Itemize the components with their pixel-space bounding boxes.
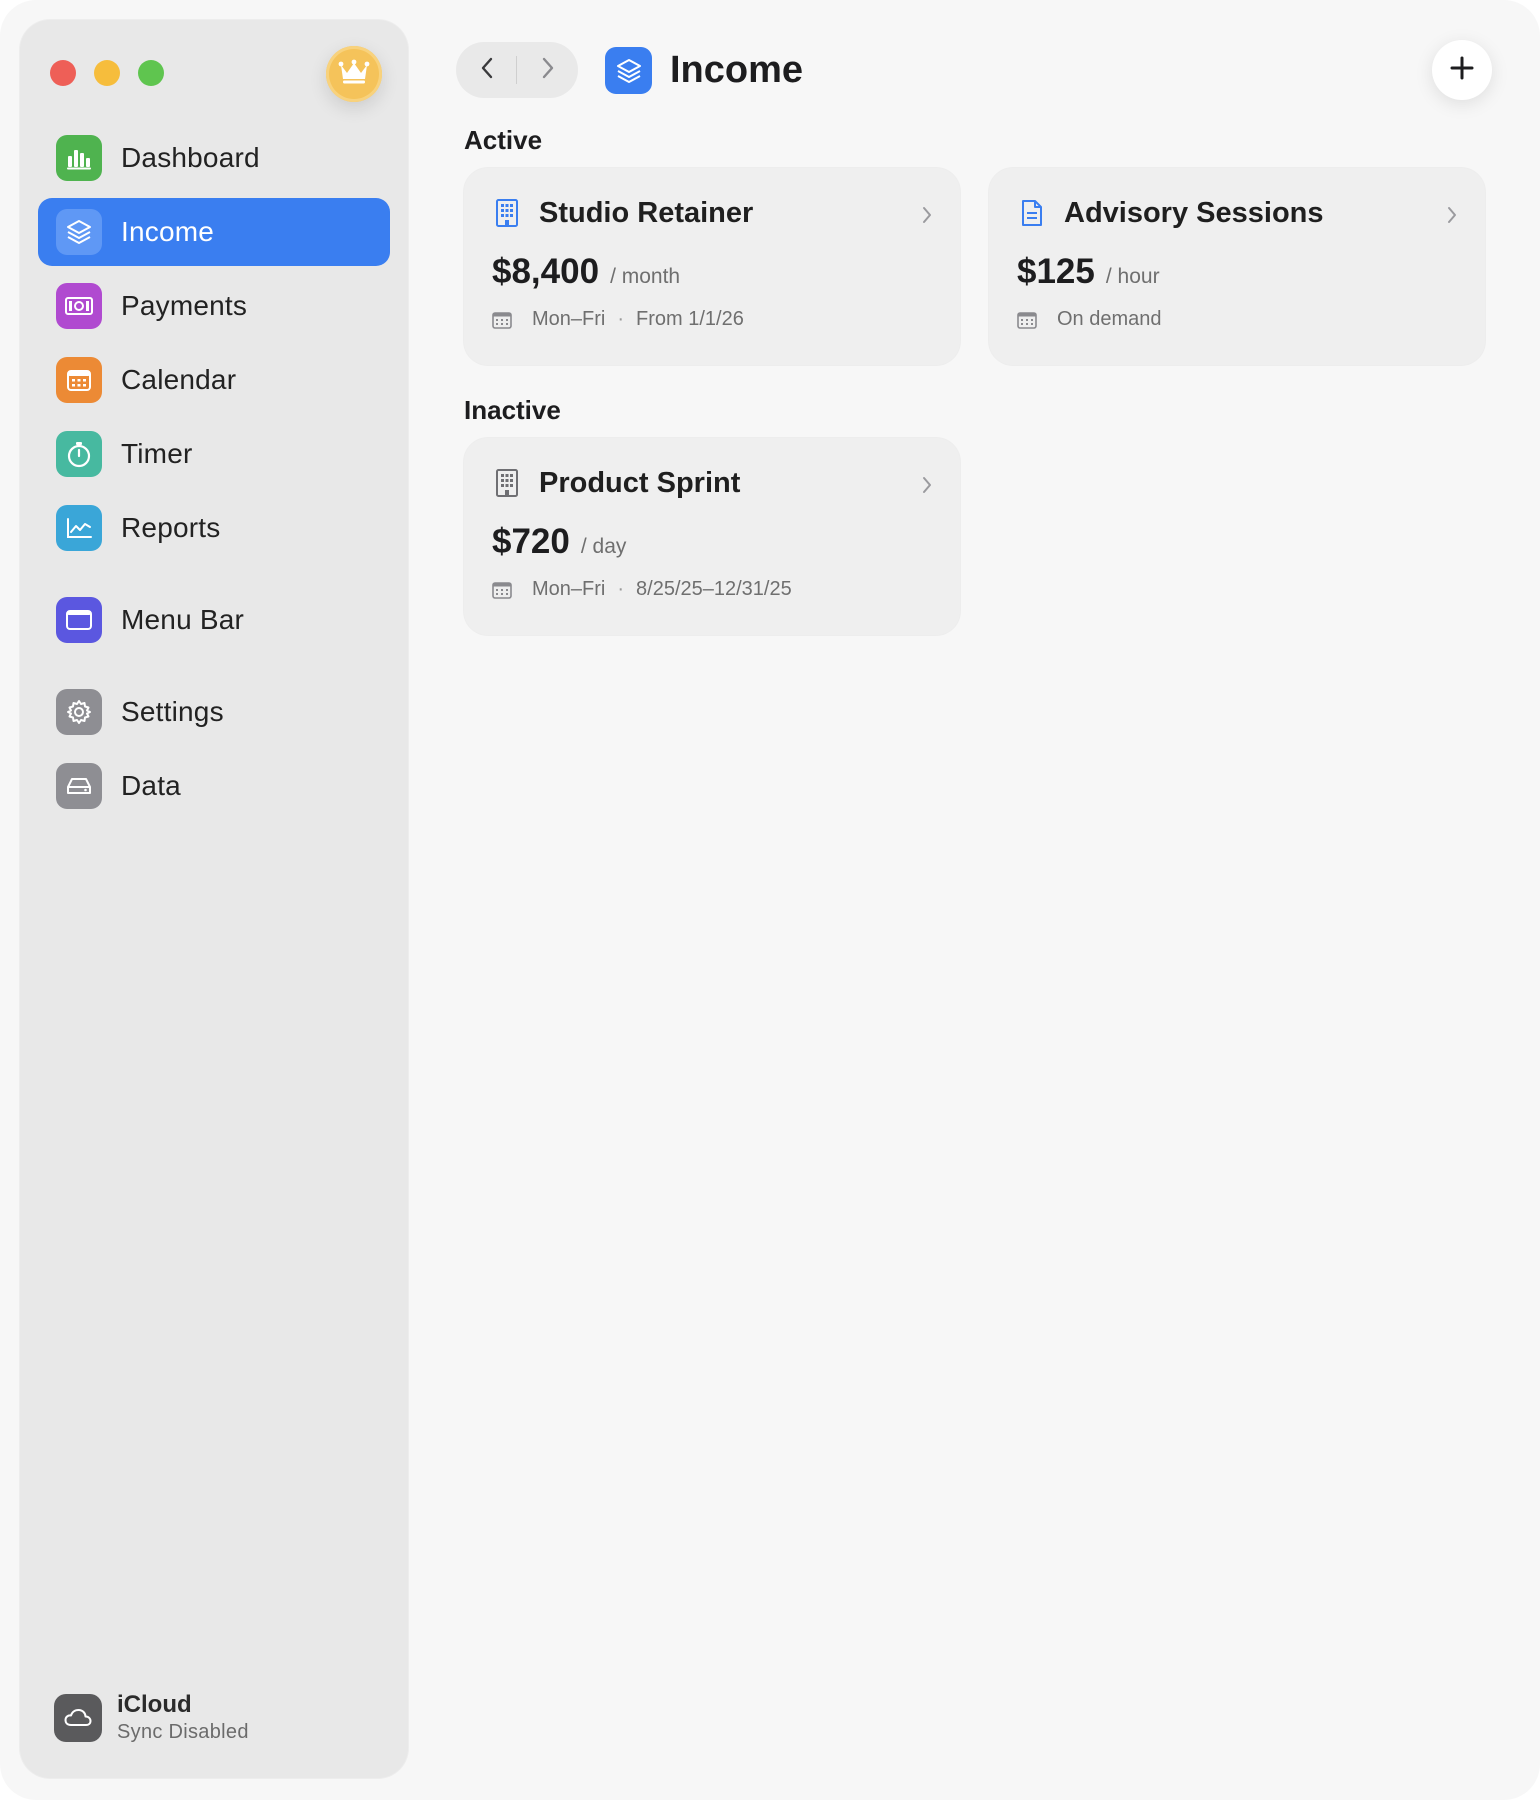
sidebar-item-dashboard[interactable]: Dashboard	[38, 124, 390, 192]
income-name: Product Sprint	[539, 466, 741, 499]
history-nav	[456, 42, 578, 98]
income-amount: $125	[1017, 252, 1095, 291]
calendar-icon	[492, 310, 514, 330]
income-name: Studio Retainer	[539, 196, 754, 229]
income-name: Advisory Sessions	[1064, 196, 1324, 229]
calendar-icon	[56, 357, 102, 403]
sidebar-item-label: Income	[121, 216, 215, 247]
sidebar-item-menu-bar[interactable]: Menu Bar	[38, 586, 390, 654]
stopwatch-icon	[56, 431, 102, 477]
chart-bar-icon	[56, 135, 102, 181]
add-income-button[interactable]	[1432, 40, 1492, 100]
line-chart-icon	[56, 505, 102, 551]
sidebar-item-payments[interactable]: Payments	[38, 272, 390, 340]
icloud-title: iCloud	[117, 1691, 192, 1718]
chevron-right-icon	[541, 57, 555, 84]
banknote-icon	[56, 283, 102, 329]
icloud-sync-status: Sync Disabled	[117, 1721, 249, 1743]
document-icon	[1017, 196, 1047, 230]
separator-dot: ·	[617, 308, 625, 330]
gear-icon	[56, 689, 102, 735]
sidebar: Dashboard Income Payments Calendar Timer…	[20, 20, 408, 1778]
sidebar-item-label: Payments	[121, 290, 248, 321]
income-unit: / hour	[1105, 265, 1160, 288]
window-controls	[50, 60, 164, 86]
sidebar-item-label: Reports	[121, 512, 221, 543]
calendar-icon	[492, 580, 514, 600]
cloud-icon	[54, 1694, 102, 1742]
sidebar-item-label: Timer	[121, 438, 193, 469]
sidebar-item-income[interactable]: Income	[38, 198, 390, 266]
sidebar-item-label: Dashboard	[121, 142, 260, 173]
chevron-right-icon	[922, 206, 932, 229]
close-window-button[interactable]	[50, 60, 76, 86]
building-icon	[492, 196, 522, 230]
calendar-icon	[1017, 310, 1039, 330]
sidebar-item-label: Calendar	[121, 364, 237, 395]
zoom-window-button[interactable]	[138, 60, 164, 86]
crown-icon	[338, 59, 370, 90]
building-icon	[492, 466, 522, 500]
back-button[interactable]	[456, 42, 517, 98]
plus-icon	[1450, 56, 1474, 85]
sidebar-item-reports[interactable]: Reports	[38, 494, 390, 562]
icloud-status[interactable]: iCloud Sync Disabled	[54, 1692, 249, 1744]
layers-icon	[605, 47, 652, 94]
income-unit: / month	[610, 265, 681, 288]
chevron-right-icon	[922, 476, 932, 499]
income-card[interactable]: Product Sprint $720 / day Mon–Fri · 8/25…	[464, 438, 960, 635]
separator-dot: ·	[617, 578, 625, 600]
chevron-left-icon	[480, 57, 494, 84]
sidebar-item-data[interactable]: Data	[38, 752, 390, 820]
forward-button[interactable]	[517, 42, 578, 98]
income-unit: / day	[580, 535, 627, 558]
section-title-inactive: Inactive	[464, 395, 561, 425]
section-title-active: Active	[464, 125, 543, 155]
sidebar-item-calendar[interactable]: Calendar	[38, 346, 390, 414]
sidebar-item-label: Settings	[121, 696, 224, 727]
income-schedule: Mon–Fri	[532, 308, 606, 330]
income-card[interactable]: Studio Retainer $8,400 / month Mon–Fri ·…	[464, 168, 960, 365]
chevron-right-icon	[1447, 206, 1457, 229]
income-card[interactable]: Advisory Sessions $125 / hour On demand	[989, 168, 1485, 365]
income-date-range: 8/25/25–12/31/25	[636, 578, 792, 600]
income-amount: $8,400	[492, 252, 600, 291]
sidebar-item-settings[interactable]: Settings	[38, 678, 390, 746]
sidebar-item-timer[interactable]: Timer	[38, 420, 390, 488]
income-schedule: Mon–Fri	[532, 578, 606, 600]
minimize-window-button[interactable]	[94, 60, 120, 86]
sidebar-item-label: Data	[121, 770, 181, 801]
app-window: Dashboard Income Payments Calendar Timer…	[0, 0, 1540, 1800]
drive-icon	[56, 763, 102, 809]
page-title: Income	[670, 49, 804, 91]
income-amount: $720	[492, 522, 570, 561]
layers-icon	[56, 209, 102, 255]
window-icon	[56, 597, 102, 643]
premium-button[interactable]	[326, 46, 382, 102]
income-date-range: From 1/1/26	[636, 308, 744, 330]
sidebar-item-label: Menu Bar	[121, 604, 244, 635]
income-schedule: On demand	[1057, 308, 1162, 330]
